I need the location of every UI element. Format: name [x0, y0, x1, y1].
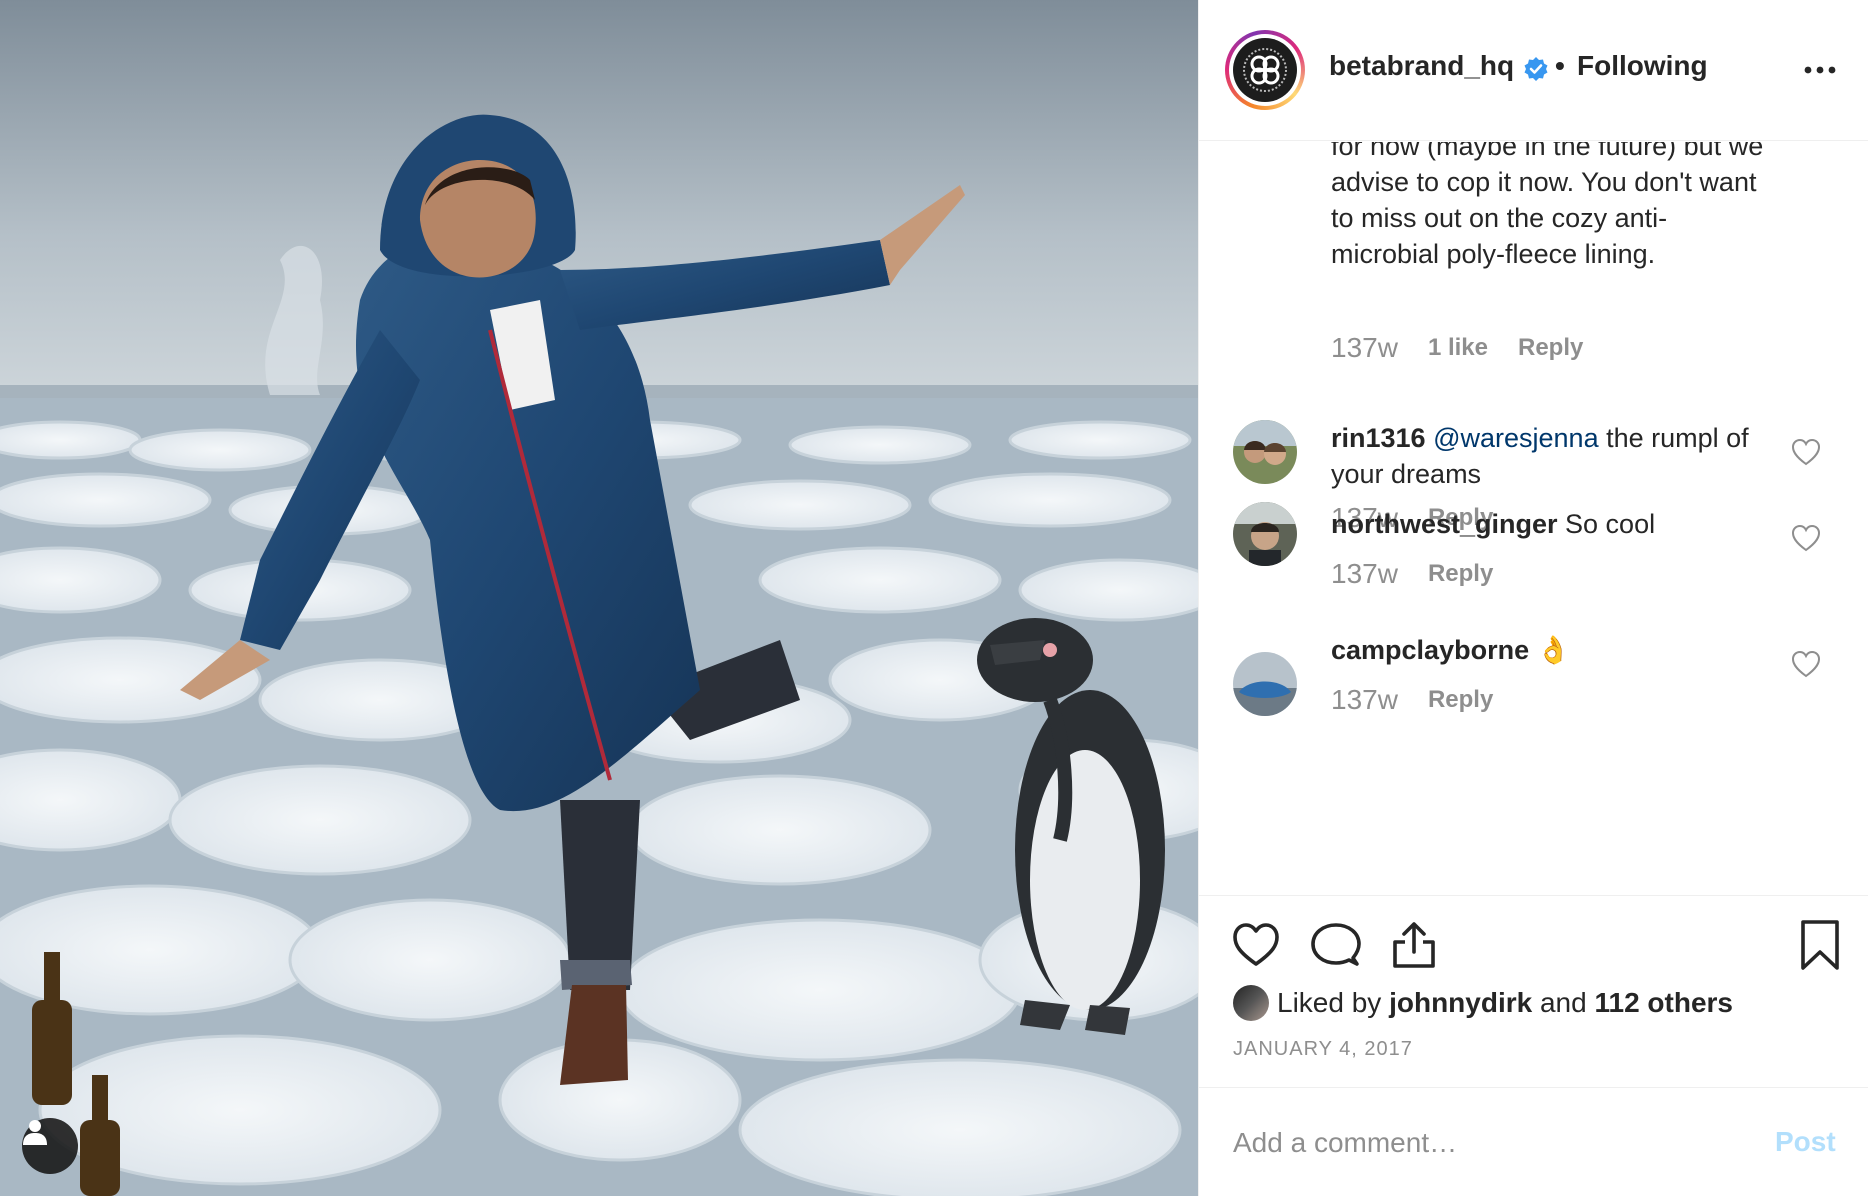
caption-time[interactable]: 137w	[1331, 332, 1398, 364]
comment-username[interactable]: campclayborne	[1331, 635, 1529, 665]
betabrand-logo	[1233, 38, 1297, 102]
likes-prefix: Liked by	[1277, 987, 1382, 1018]
more-horizontal-icon[interactable]	[1803, 55, 1837, 85]
comments-list[interactable]: for now (maybe in the future) but we adv…	[1199, 142, 1868, 894]
comment-text: northwest_ginger So cool	[1331, 506, 1751, 542]
separator-dot: •	[1555, 50, 1565, 81]
comment-like-heart-icon[interactable]	[1791, 524, 1821, 552]
comment-username[interactable]: rin1316	[1331, 423, 1426, 453]
post-date[interactable]: JANUARY 4, 2017	[1233, 1038, 1413, 1061]
likes-others-link[interactable]: 112 others	[1594, 987, 1733, 1019]
share-icon[interactable]	[1387, 918, 1441, 972]
comment-time[interactable]: 137w	[1331, 558, 1398, 590]
comment-like-heart-icon[interactable]	[1791, 438, 1821, 466]
caption-meta: 137w 1 like Reply	[1331, 332, 1583, 364]
tagged-users-button[interactable]	[22, 1118, 78, 1174]
comment-body: So cool	[1557, 509, 1656, 539]
author-avatar[interactable]	[1225, 30, 1305, 110]
comment-body: 👌	[1529, 635, 1571, 665]
post-side-panel: betabrand_hq • Following for now (maybe …	[1198, 0, 1868, 1196]
comment-reply-link[interactable]: Reply	[1428, 686, 1493, 714]
post-comment-button[interactable]: Post	[1775, 1126, 1836, 1158]
commenter-avatar[interactable]	[1233, 652, 1297, 716]
following-button[interactable]: Following	[1577, 50, 1708, 82]
comment-username[interactable]: northwest_ginger	[1331, 509, 1558, 539]
bookmark-icon[interactable]	[1793, 918, 1847, 972]
add-comment-bar: Post	[1199, 1087, 1868, 1196]
liker-username[interactable]: johnnydirk	[1389, 987, 1532, 1019]
comment-like-heart-icon[interactable]	[1791, 650, 1821, 678]
caption-reply-link[interactable]: Reply	[1518, 334, 1583, 362]
commenter-avatar[interactable]	[1233, 502, 1297, 566]
heart-icon[interactable]	[1229, 918, 1283, 972]
user-icon	[23, 1120, 47, 1145]
commenter-avatar[interactable]	[1233, 420, 1297, 484]
comment-meta: 137w Reply	[1331, 558, 1493, 590]
author-username[interactable]: betabrand_hq	[1329, 50, 1514, 82]
verified-badge-icon	[1524, 57, 1548, 81]
caption-text: for now (maybe in the future) but we adv…	[1331, 142, 1764, 269]
post-actions: Liked by johnnydirk and 112 others JANUA…	[1199, 895, 1868, 1085]
comment-meta: 137w Reply	[1331, 684, 1493, 716]
caption-likes-link[interactable]: 1 like	[1428, 334, 1488, 362]
comment-mention[interactable]: @waresjenna	[1433, 423, 1599, 453]
post-header: betabrand_hq • Following	[1199, 0, 1868, 141]
comment-text: campclayborne 👌	[1331, 632, 1751, 668]
comment-time[interactable]: 137w	[1331, 684, 1398, 716]
likes-middle: and	[1539, 987, 1587, 1018]
post-image	[0, 0, 1198, 1196]
liker-avatar[interactable]	[1233, 985, 1269, 1021]
likes-summary: Liked by johnnydirk and 112 others	[1233, 983, 1733, 1023]
comment-reply-link[interactable]: Reply	[1428, 560, 1493, 588]
comment-text: rin1316 @waresjenna the rumpl of your dr…	[1331, 420, 1751, 492]
comment-input[interactable]	[1233, 1118, 1733, 1168]
post-photo[interactable]	[0, 0, 1198, 1196]
comment-icon[interactable]	[1309, 918, 1363, 972]
